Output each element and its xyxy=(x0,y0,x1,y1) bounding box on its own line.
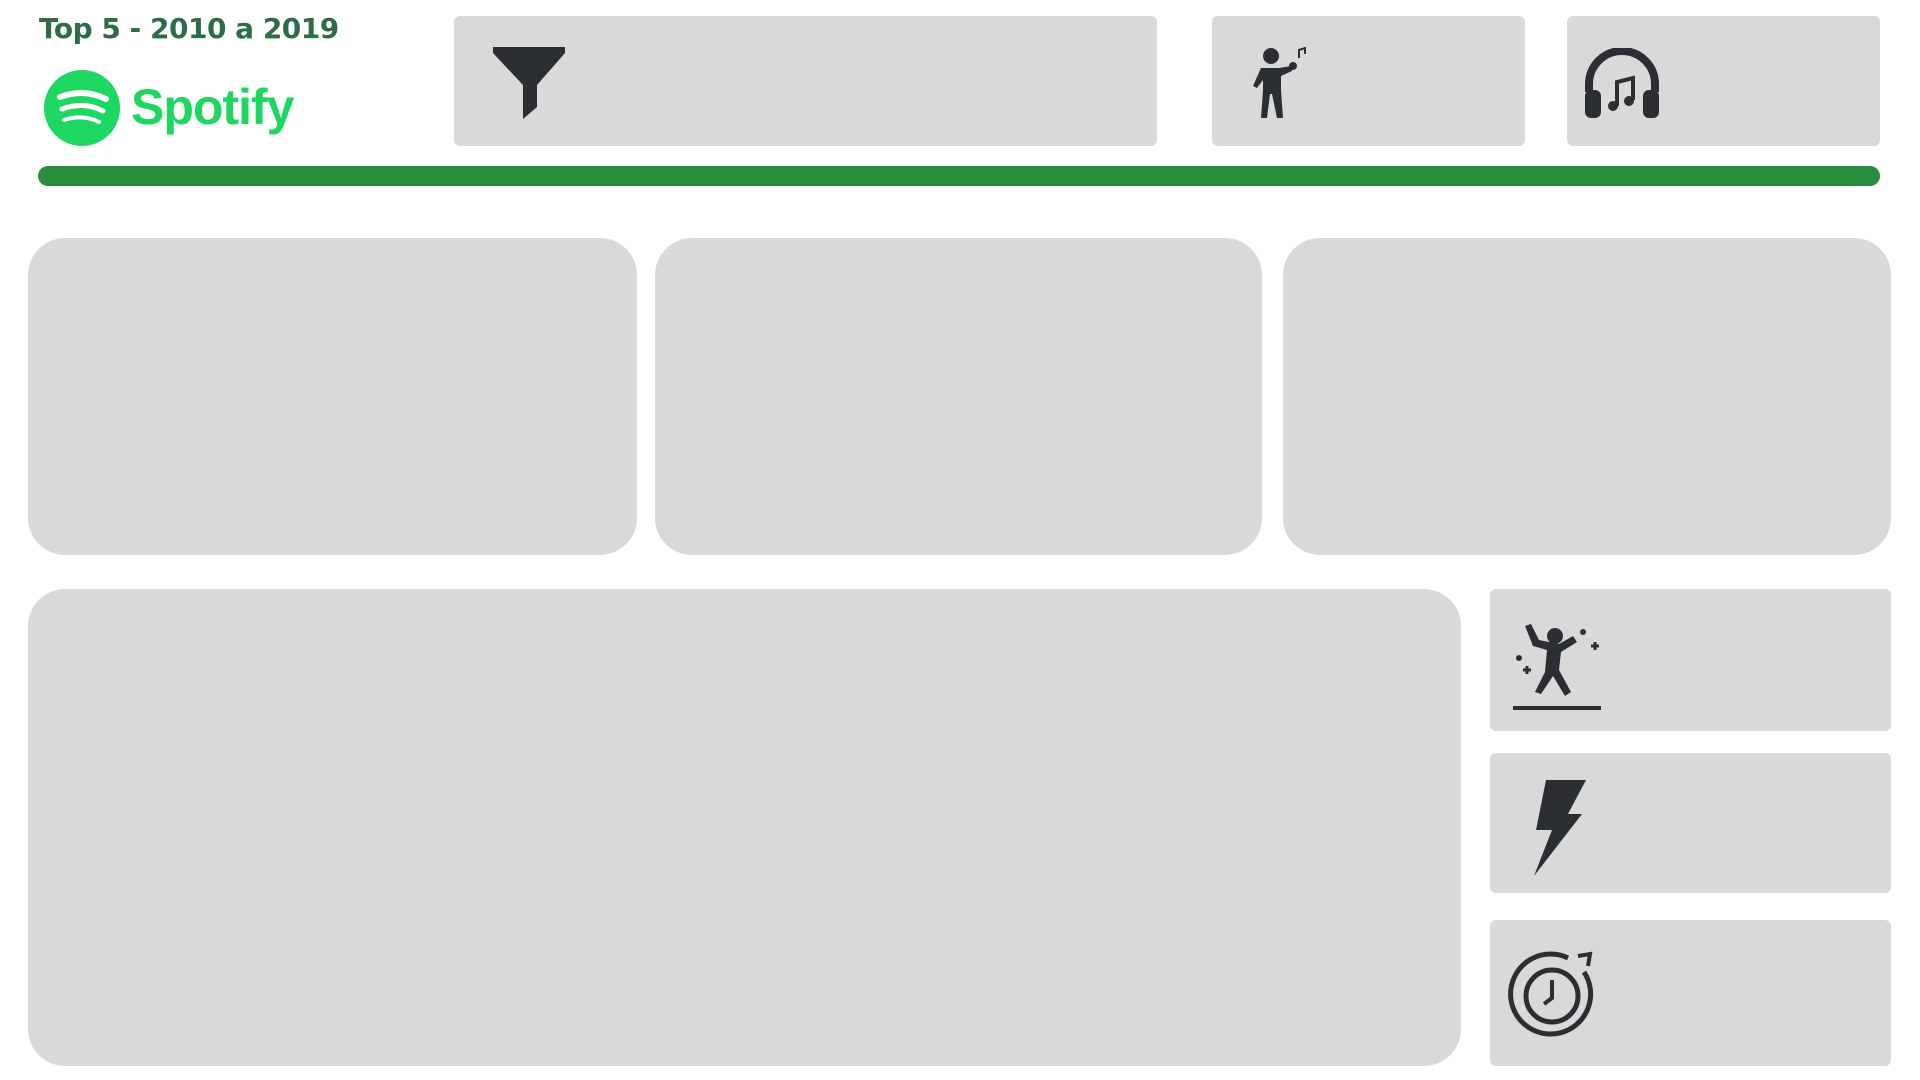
lightning-icon xyxy=(1534,780,1586,876)
singer-icon xyxy=(1253,46,1306,118)
page-title: Top 5 - 2010 a 2019 xyxy=(39,12,339,45)
filter-slicer[interactable] xyxy=(454,16,1157,146)
dancer-icon xyxy=(1513,624,1601,710)
spotify-logo-icon xyxy=(44,70,120,146)
filter-icon xyxy=(493,47,565,119)
artist-slicer[interactable] xyxy=(1212,16,1525,146)
card-3 xyxy=(1283,238,1891,555)
kpi-energy xyxy=(1490,753,1891,893)
clock-icon xyxy=(1508,951,1594,1037)
spotify-logo-text: Spotify xyxy=(131,79,294,135)
kpi-danceability xyxy=(1490,589,1891,731)
card-1 xyxy=(28,238,637,555)
genre-slicer[interactable] xyxy=(1567,16,1880,146)
main-chart-panel xyxy=(28,589,1461,1066)
header-divider xyxy=(38,166,1880,186)
headphones-icon xyxy=(1585,48,1659,118)
card-2 xyxy=(655,238,1262,555)
kpi-duration xyxy=(1490,920,1891,1066)
